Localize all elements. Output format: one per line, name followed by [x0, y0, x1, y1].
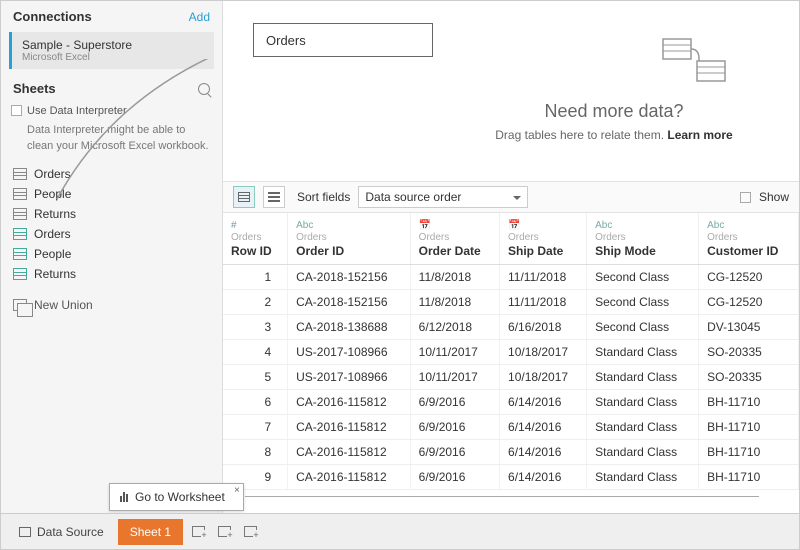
table-row[interactable]: 4US-2017-10896610/11/201710/18/2017Stand… — [223, 340, 799, 365]
table-row[interactable]: 3CA-2018-1386886/12/20186/16/2018Second … — [223, 315, 799, 340]
sheet-item-label: People — [34, 247, 71, 261]
union-icon — [13, 299, 27, 311]
column-header[interactable]: AbcOrdersShip Mode — [587, 213, 699, 265]
view-list-button[interactable] — [263, 186, 285, 208]
sheet-item[interactable]: Orders — [1, 164, 222, 184]
main-area: Orders Need more data? Drag tables here … — [223, 1, 799, 513]
chart-icon — [120, 492, 128, 502]
table-row[interactable]: 2CA-2018-15215611/8/201811/11/2018Second… — [223, 290, 799, 315]
new-worksheet-button[interactable] — [187, 521, 209, 543]
column-header[interactable]: AbcOrdersCustomer ID — [699, 213, 799, 265]
new-union-button[interactable]: New Union — [1, 292, 222, 318]
sheet-icon — [13, 168, 27, 180]
table-row[interactable]: 5US-2017-10896610/11/201710/18/2017Stand… — [223, 365, 799, 390]
sidebar: Connections Add Sample - Superstore Micr… — [1, 1, 223, 513]
datasource-icon — [19, 527, 31, 537]
search-icon[interactable] — [198, 83, 210, 95]
need-more-title: Need more data? — [469, 101, 759, 122]
show-aliases-checkbox[interactable] — [740, 192, 751, 203]
new-story-button[interactable] — [239, 521, 261, 543]
sheet-item[interactable]: Orders — [1, 224, 222, 244]
connection-item[interactable]: Sample - Superstore Microsoft Excel — [9, 32, 214, 69]
list-icon — [268, 192, 280, 202]
sheet-item-label: Returns — [34, 207, 76, 221]
table-pill-orders[interactable]: Orders — [253, 23, 433, 57]
data-interpreter-checkbox[interactable] — [11, 105, 22, 116]
column-header[interactable]: #OrdersRow ID — [223, 213, 288, 265]
table-row[interactable]: 9CA-2016-1158126/9/20166/14/2016Standard… — [223, 465, 799, 490]
sheet-icon — [13, 248, 27, 260]
connection-name: Sample - Superstore — [22, 38, 204, 52]
sheet-icon — [13, 268, 27, 280]
add-connection-button[interactable]: Add — [189, 10, 210, 24]
connection-type: Microsoft Excel — [22, 52, 204, 63]
data-interpreter-help: Data Interpreter might be able to clean … — [27, 123, 210, 154]
sheet-item[interactable]: People — [1, 184, 222, 204]
bottom-tab-bar: Data Source Sheet 1 — [1, 513, 799, 549]
relation-canvas[interactable]: Orders Need more data? Drag tables here … — [223, 1, 799, 181]
need-more-data-hint: Need more data? Drag tables here to rela… — [469, 101, 759, 142]
table-row[interactable]: 7CA-2016-1158126/9/20166/14/2016Standard… — [223, 415, 799, 440]
new-dashboard-button[interactable] — [213, 521, 235, 543]
column-header[interactable]: 📅OrdersOrder Date — [410, 213, 499, 265]
go-to-worksheet-tooltip: × Go to Worksheet — [109, 483, 244, 511]
grid-toolbar: Sort fields Data source order Show — [223, 181, 799, 213]
sheet-item[interactable]: Returns — [1, 264, 222, 284]
close-icon[interactable]: × — [234, 485, 240, 496]
sheet-item-label: Orders — [34, 227, 71, 241]
connections-title: Connections — [13, 9, 92, 24]
sheet-item-label: Orders — [34, 167, 71, 181]
sheet-item-label: Returns — [34, 267, 76, 281]
learn-more-link[interactable]: Learn more — [667, 128, 732, 142]
grid-icon — [238, 192, 250, 202]
sheet-icon — [13, 228, 27, 240]
table-row[interactable]: 6CA-2016-1158126/9/20166/14/2016Standard… — [223, 390, 799, 415]
column-header[interactable]: 📅OrdersShip Date — [500, 213, 587, 265]
sheets-title: Sheets — [13, 81, 56, 96]
sheet-list: Orders People Returns Orders People Returns — [1, 162, 222, 286]
new-union-label: New Union — [34, 298, 93, 312]
sheet-item[interactable]: Returns — [1, 204, 222, 224]
sheet-item[interactable]: People — [1, 244, 222, 264]
sheet-item-label: People — [34, 187, 71, 201]
table-row[interactable]: 8CA-2016-1158126/9/20166/14/2016Standard… — [223, 440, 799, 465]
sheet1-tab[interactable]: Sheet 1 — [118, 519, 183, 545]
view-grid-button[interactable] — [233, 186, 255, 208]
data-interpreter-label: Use Data Interpreter — [27, 105, 127, 117]
sort-fields-select[interactable]: Data source order — [358, 186, 528, 208]
show-label: Show — [759, 190, 789, 204]
sheet-icon — [13, 188, 27, 200]
relation-diagram-icon — [659, 35, 729, 85]
data-grid[interactable]: #OrdersRow IDAbcOrdersOrder ID📅OrdersOrd… — [223, 213, 799, 513]
data-source-tab[interactable]: Data Source — [9, 519, 114, 545]
sheet-icon — [13, 208, 27, 220]
table-row[interactable]: 1CA-2018-15215611/8/201811/11/2018Second… — [223, 265, 799, 290]
sort-fields-label: Sort fields — [297, 190, 350, 204]
column-header[interactable]: AbcOrdersOrder ID — [288, 213, 411, 265]
